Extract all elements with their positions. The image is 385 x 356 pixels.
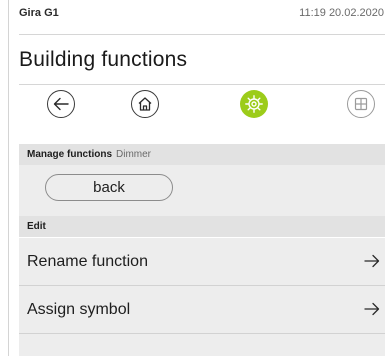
back-button[interactable]: back: [45, 174, 173, 201]
edit-section-header: Edit: [19, 216, 385, 237]
settings-nav-button[interactable]: [240, 90, 268, 118]
gear-icon: [245, 95, 263, 113]
grid-icon: [354, 97, 368, 111]
rename-function-label: Rename function: [27, 253, 148, 270]
navigation-bar: [9, 86, 385, 124]
page-title: Building functions: [19, 48, 188, 71]
manage-functions-header: Manage functions Dimmer: [19, 144, 385, 165]
arrow-left-icon: [53, 97, 69, 111]
empty-list-area: [19, 334, 385, 356]
arrow-right-icon: [364, 254, 380, 268]
title-divider: [19, 84, 385, 85]
grid-nav-button[interactable]: [347, 90, 375, 118]
edit-section-title: Edit: [27, 221, 46, 232]
home-nav-button[interactable]: [131, 90, 159, 118]
manage-functions-title: Manage functions: [27, 149, 113, 160]
assign-symbol-label: Assign symbol: [27, 301, 131, 318]
back-nav-button[interactable]: [47, 90, 75, 118]
assign-symbol-item[interactable]: Assign symbol: [19, 286, 385, 334]
house-icon: [138, 97, 152, 111]
back-row: back: [19, 165, 385, 216]
device-name: Gira G1: [19, 7, 59, 19]
manage-functions-subtitle: Dimmer: [116, 149, 152, 160]
rename-function-item[interactable]: Rename function: [19, 238, 385, 286]
clock-date: 11:19 20.02.2020: [299, 7, 384, 19]
device-screen: Gira G1 11:19 20.02.2020 Building functi…: [8, 0, 385, 356]
arrow-right-icon: [364, 302, 380, 316]
status-bar: Gira G1 11:19 20.02.2020: [19, 0, 385, 35]
